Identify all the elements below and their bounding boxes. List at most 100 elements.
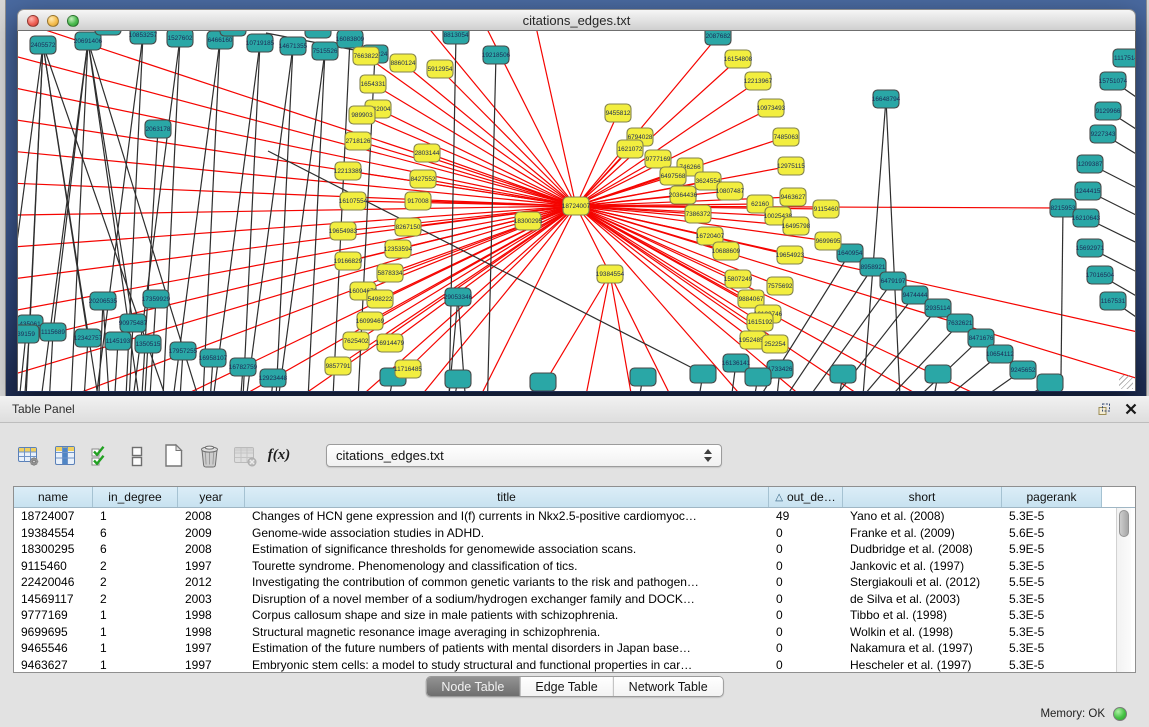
graph-node[interactable]: 18724007 xyxy=(562,197,591,215)
graph-node[interactable]: 5498222 xyxy=(367,290,393,308)
column-header-in-degree[interactable]: in_degree xyxy=(93,487,178,507)
graph-node[interactable]: 12213389 xyxy=(334,162,363,180)
graph-node[interactable]: 12213967 xyxy=(744,72,773,90)
graph-node[interactable] xyxy=(305,31,331,38)
graph-node[interactable]: 1115689 xyxy=(40,323,66,341)
graph-node[interactable]: 252254 xyxy=(762,335,788,353)
scrollbar-thumb[interactable] xyxy=(1119,510,1129,537)
table-row[interactable]: 1456911722003Disruption of a novel membe… xyxy=(14,591,1135,608)
graph-node[interactable]: 2718126 xyxy=(345,132,371,150)
graph-node[interactable]: 7386372 xyxy=(685,205,711,223)
graph-node[interactable]: 1209387 xyxy=(1077,155,1103,173)
graph-node[interactable]: 1117514 xyxy=(1113,49,1136,67)
graph-node[interactable]: 16495798 xyxy=(782,217,811,235)
network-window-titlebar[interactable]: citations_edges.txt xyxy=(17,9,1136,31)
graph-node[interactable]: 16107554 xyxy=(339,192,368,210)
tab-node-table[interactable]: Node Table xyxy=(426,677,519,696)
graph-node[interactable]: 10654112 xyxy=(986,345,1014,363)
graph-node[interactable]: 2063178 xyxy=(145,120,171,138)
graph-node[interactable]: 5912954 xyxy=(427,60,453,78)
graph-node[interactable]: 19166829 xyxy=(334,252,363,270)
table-row[interactable]: 1830029562008Estimation of significance … xyxy=(14,541,1135,558)
graph-node[interactable]: 8471676 xyxy=(968,329,994,347)
graph-node[interactable]: 14671355 xyxy=(279,37,308,55)
row-mode-icon[interactable] xyxy=(124,443,150,469)
graph-node[interactable]: 9227343 xyxy=(1090,125,1116,143)
graph-node[interactable] xyxy=(95,31,121,35)
graph-node[interactable]: 18300295 xyxy=(514,212,543,230)
select-rows-icon[interactable] xyxy=(88,443,114,469)
graph-node[interactable] xyxy=(530,373,556,391)
graph-node[interactable]: 16648794 xyxy=(872,90,901,108)
close-panel-icon[interactable] xyxy=(1125,403,1137,415)
graph-node[interactable]: 9245652 xyxy=(1010,361,1036,379)
table-row[interactable]: 911546021997Tourette syndrome. Phenomeno… xyxy=(14,558,1135,575)
show-columns-icon[interactable] xyxy=(52,443,78,469)
table-selector-dropdown[interactable]: citations_edges.txt xyxy=(326,444,722,467)
graph-node[interactable]: 15751074 xyxy=(1099,72,1128,90)
graph-node[interactable]: 15692971 xyxy=(1076,239,1105,257)
graph-node[interactable]: 12342757 xyxy=(74,329,103,347)
graph-node[interactable] xyxy=(445,370,471,388)
graph-node[interactable]: 12353594 xyxy=(384,240,413,258)
column-header-name[interactable]: name xyxy=(14,487,93,507)
graph-node[interactable]: 8267150 xyxy=(395,218,421,236)
graph-node[interactable]: 16099469 xyxy=(356,312,385,330)
graph-node[interactable]: 19218506 xyxy=(482,46,511,64)
function-builder-icon[interactable]: f(x) xyxy=(268,443,294,469)
graph-node[interactable]: 10719185 xyxy=(246,34,275,52)
graph-node[interactable] xyxy=(220,31,246,36)
graph-node[interactable]: 7632621 xyxy=(947,314,973,332)
graph-node[interactable]: 9474444 xyxy=(902,286,928,304)
graph-node[interactable]: 16083809 xyxy=(336,31,365,48)
column-header-out-degree[interactable]: △out_de… xyxy=(769,487,843,507)
table-vertical-scrollbar[interactable] xyxy=(1116,508,1131,672)
graph-node[interactable]: 20364436 xyxy=(669,186,698,204)
graph-node[interactable]: 9777169 xyxy=(645,150,671,168)
graph-node[interactable]: 7625402 xyxy=(343,332,369,350)
graph-node[interactable]: 1350515 xyxy=(135,335,161,353)
graph-node[interactable]: 7575692 xyxy=(767,277,793,295)
graph-node[interactable]: 1527602 xyxy=(167,31,193,47)
graph-node[interactable]: 11716485 xyxy=(394,360,422,378)
graph-node[interactable]: 90975487 xyxy=(119,314,148,332)
window-resize-grip-icon[interactable] xyxy=(1119,375,1133,389)
graph-node[interactable]: 1621072 xyxy=(617,140,643,158)
graph-node[interactable]: 6497568 xyxy=(660,167,686,185)
graph-node[interactable] xyxy=(690,365,716,383)
graph-node[interactable] xyxy=(630,368,656,386)
table-row[interactable]: 1872400712008Changes of HCN gene express… xyxy=(14,508,1135,525)
new-file-icon[interactable] xyxy=(160,443,186,469)
graph-node[interactable]: 17957255 xyxy=(169,342,198,360)
tab-edge-table[interactable]: Edge Table xyxy=(519,677,612,696)
graph-node[interactable]: 8860124 xyxy=(390,54,416,72)
column-header-title[interactable]: title xyxy=(245,487,769,507)
graph-node[interactable]: 1167531 xyxy=(1100,292,1126,310)
graph-node[interactable]: 6479197 xyxy=(880,272,906,290)
table-row[interactable]: 1938455462009Genome-wide association stu… xyxy=(14,525,1135,542)
graph-node[interactable]: 989903 xyxy=(349,106,375,124)
column-header-short[interactable]: short xyxy=(843,487,1002,507)
delete-icon[interactable] xyxy=(196,443,222,469)
table-row[interactable]: 2242004622012Investigating the contribut… xyxy=(14,574,1135,591)
graph-node[interactable]: 917008 xyxy=(405,192,431,210)
column-header-year[interactable]: year xyxy=(178,487,245,507)
graph-node[interactable]: 9857791 xyxy=(325,357,351,375)
graph-node[interactable]: 10688609 xyxy=(712,242,741,260)
graph-node[interactable]: 12975115 xyxy=(777,157,805,175)
graph-node[interactable]: 12923448 xyxy=(259,369,288,387)
graph-node[interactable]: 2087682 xyxy=(705,31,731,45)
graph-node[interactable]: 7485063 xyxy=(773,128,799,146)
graph-node[interactable]: 10973493 xyxy=(757,99,786,117)
graph-node[interactable]: 8813054 xyxy=(443,31,469,44)
graph-node[interactable] xyxy=(925,365,951,383)
graph-node[interactable]: 10853257 xyxy=(129,31,158,44)
graph-node[interactable]: 16914479 xyxy=(376,334,405,352)
graph-node[interactable] xyxy=(1037,374,1063,391)
graph-node[interactable]: 17359929 xyxy=(142,290,171,308)
graph-node[interactable]: 2803144 xyxy=(414,144,440,162)
graph-node[interactable]: 16782759 xyxy=(229,358,258,376)
table-row[interactable]: 946554611997Estimation of the future num… xyxy=(14,640,1135,657)
graph-node[interactable]: 19654983 xyxy=(329,222,358,240)
column-header-pagerank[interactable]: pagerank xyxy=(1002,487,1102,507)
